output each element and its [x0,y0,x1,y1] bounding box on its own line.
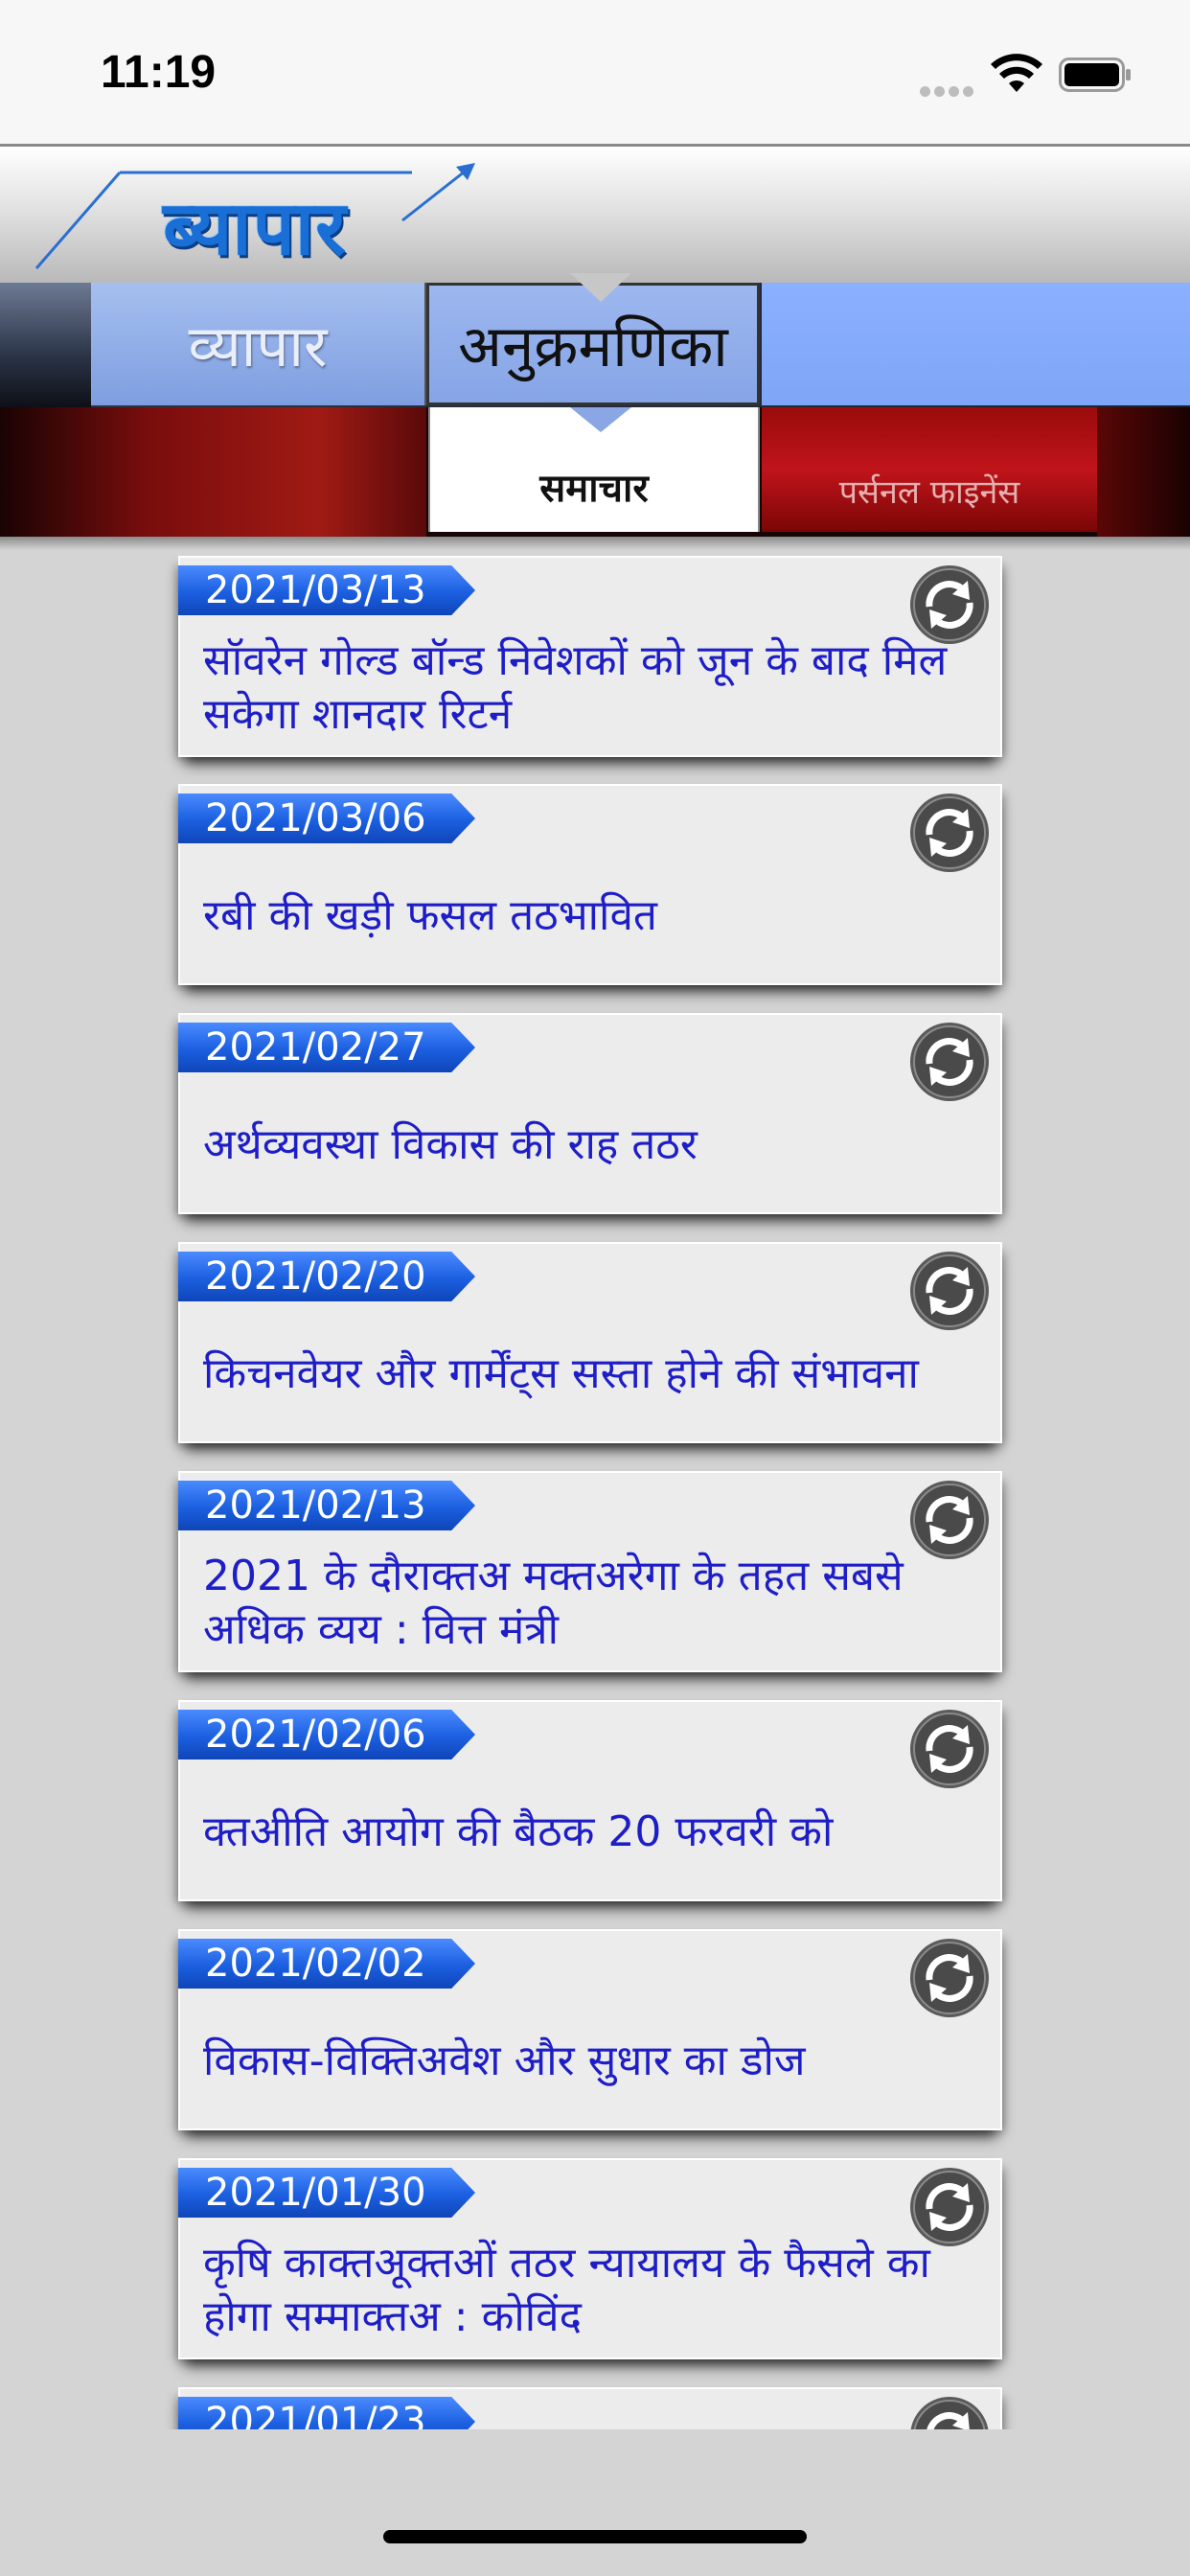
news-card[interactable]: 2021/02/13 2021 के दौराक्तअ मक्तअरेगा के… [178,1471,1002,1672]
cellular-signal-icon [920,82,977,101]
selected-subtab-indicator [570,407,631,432]
news-card[interactable]: 2021/02/06 क्तअीति आयोग की बैठक 20 फरवरी… [178,1700,1002,1901]
status-time: 11:19 [101,47,217,98]
home-indicator[interactable] [383,2530,807,2543]
subtab-samachar-label: समाचार [539,467,649,511]
news-headline[interactable]: रबी की खड़ी फसल तठभावित [203,855,989,978]
news-headline[interactable]: किचनवेयर और गार्मेंट्स सस्ता होने की संभ… [203,1313,989,1436]
news-card[interactable]: 2021/01/30 कृषि काक्तअूक्तओं तठर न्यायाल… [178,2158,1002,2359]
news-headline[interactable]: 2021 के दौराक्तअ मक्तअरेगा के तहत सबसे अ… [203,1542,989,1665]
battery-icon [1059,58,1131,92]
news-headline[interactable]: क्तअीति आयोग की बैठक 20 फरवरी को [203,1771,989,1894]
news-card[interactable]: 2021/02/02 विकास-विक्तिअवेश और सुधार का … [178,1929,1002,2130]
subtab-personal-finance-label: पर्सनल फाइनेंस [838,473,1020,512]
app-logo: ब्यापार [29,163,489,278]
news-card[interactable]: 2021/03/06 रबी की खड़ी फसल तठभावित [178,784,1002,985]
refresh-icon[interactable] [908,2395,991,2429]
news-headline[interactable]: विकास-विक्तिअवेश और सुधार का डोज [203,2000,989,2123]
news-card[interactable]: 2021/01/23 [178,2387,1002,2429]
date-ribbon: 2021/02/13 [178,1481,475,1530]
date-ribbon: 2021/03/06 [178,794,475,843]
selected-tab-indicator [570,273,631,302]
tab-vyapar[interactable]: व्यापार [91,283,426,405]
date-ribbon: 2021/01/23 [178,2397,475,2429]
wifi-icon [991,54,1042,92]
news-list[interactable]: 2021/03/13 सॉवरेन गोल्ड बॉन्ड निवेशकों क… [0,556,1190,2429]
date-ribbon: 2021/03/13 [178,565,475,615]
logo-text: ब्यापार [163,186,347,272]
date-ribbon: 2021/02/20 [178,1252,475,1301]
date-ribbon: 2021/01/30 [178,2168,475,2218]
news-headline[interactable]: अर्थव्यवस्था विकास की राह तठर [203,1084,989,1207]
subtab-personal-finance[interactable]: पर्सनल फाइनेंस [762,407,1097,532]
news-headline[interactable]: सॉवरेन गोल्ड बॉन्ड निवेशकों को जून के बा… [203,627,989,749]
news-card[interactable]: 2021/02/20 किचनवेयर और गार्मेंट्स सस्ता … [178,1242,1002,1443]
tab-anukramanika-label: अनुक्रमणिका [458,313,728,380]
news-card[interactable]: 2021/03/13 सॉवरेन गोल्ड बॉन्ड निवेशकों क… [178,556,1002,757]
tab-bar-filler [762,283,1190,405]
news-headline[interactable]: कृषि काक्तअूक्तओं तठर न्यायालय के फैसले … [203,2229,989,2352]
tab-vyapar-label: व्यापार [188,313,328,380]
news-card[interactable]: 2021/02/27 अर्थव्यवस्था विकास की राह तठर [178,1013,1002,1214]
date-ribbon: 2021/02/02 [178,1939,475,1989]
date-ribbon: 2021/02/06 [178,1710,475,1760]
date-ribbon: 2021/02/27 [178,1023,475,1072]
status-bar: 11:19 [0,0,1190,144]
